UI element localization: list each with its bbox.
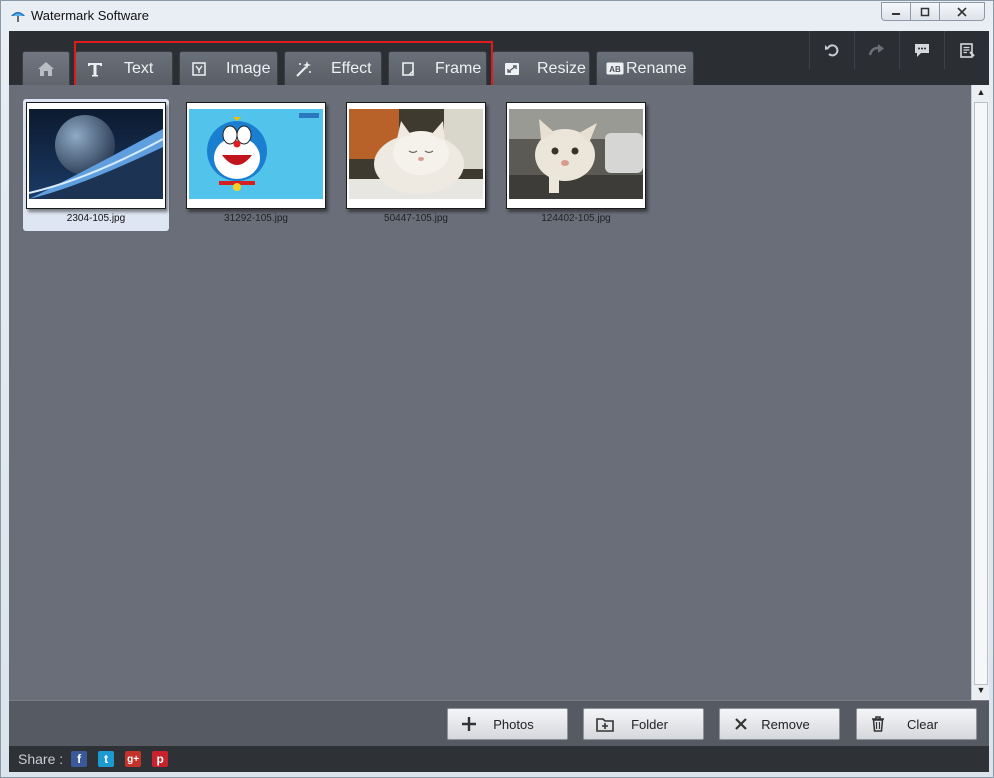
clear-label: Clear [906, 716, 939, 732]
image-icon [190, 60, 208, 78]
tab-home[interactable] [22, 51, 70, 85]
clear-button[interactable]: Clear [856, 708, 977, 740]
close-button[interactable] [939, 2, 985, 21]
resize-icon [503, 60, 521, 78]
window-title: Watermark Software [31, 8, 149, 23]
add-folder-label: Folder [631, 716, 668, 732]
minimize-button[interactable] [881, 2, 911, 21]
close-icon [957, 6, 967, 17]
scroll-up-icon[interactable]: ▲ [975, 87, 987, 101]
thumbnail-filename: 50447-105.jpg [384, 213, 448, 224]
tab-rename[interactable]: AB Rename [596, 51, 694, 85]
window-controls [881, 2, 985, 21]
plus-icon [460, 715, 478, 733]
tab-image-label: Image [226, 59, 271, 77]
remove-label: Remove [761, 716, 810, 732]
pinterest-icon[interactable]: p [152, 751, 169, 767]
remove-button[interactable]: Remove [719, 708, 840, 740]
log-button[interactable] [944, 31, 989, 69]
tab-frame[interactable]: Frame [388, 51, 487, 85]
magic-wand-icon [295, 60, 313, 78]
thumbnail-frame [186, 102, 326, 209]
tab-resize[interactable]: Resize [492, 51, 590, 85]
photo-thumbnail[interactable]: 50447-105.jpg [343, 99, 489, 231]
notes-icon [959, 42, 975, 58]
undo-icon [825, 44, 839, 57]
tab-frame-label: Frame [435, 59, 482, 77]
maximize-button[interactable] [910, 2, 940, 21]
redo-button[interactable] [854, 31, 899, 69]
thumbnail-filename: 124402-105.jpg [541, 213, 611, 224]
thumbnail-planet-image [29, 109, 163, 199]
twitter-icon[interactable]: t [98, 751, 115, 767]
add-folder-button[interactable]: Folder [583, 708, 704, 740]
facebook-icon[interactable]: f [71, 751, 88, 767]
photo-thumbnail[interactable]: 124402-105.jpg [503, 99, 649, 231]
app-window: Watermark Software Text Image Effect Fra… [0, 0, 994, 778]
right-toolbar [809, 31, 989, 69]
svg-text:AB: AB [609, 65, 621, 74]
tab-text[interactable]: Text [75, 51, 173, 85]
title-bar: Watermark Software [1, 1, 993, 31]
add-photos-label: Photos [493, 716, 534, 732]
maximize-icon [920, 7, 930, 16]
share-bar: Share : f t g+ p [9, 746, 989, 772]
tab-text-label: Text [124, 59, 154, 77]
tab-resize-label: Resize [537, 59, 586, 77]
scroll-down-icon[interactable]: ▼ [975, 685, 987, 699]
thumbnail-filename: 31292-105.jpg [224, 213, 288, 224]
add-photos-button[interactable]: Photos [447, 708, 568, 740]
text-icon [86, 60, 104, 78]
trash-icon [869, 715, 887, 733]
redo-icon [868, 44, 884, 56]
remove-x-icon [732, 715, 750, 733]
rename-icon: AB [606, 60, 624, 78]
feedback-button[interactable] [899, 31, 944, 69]
undo-button[interactable] [809, 31, 854, 69]
thumbnail-frame [506, 102, 646, 209]
minimize-icon [892, 12, 900, 15]
action-bar: Photos Folder Remove Clear [9, 700, 989, 746]
tab-effect-label: Effect [331, 59, 372, 77]
folder-add-icon [596, 715, 614, 733]
home-icon [37, 60, 55, 78]
thumbnail-frame [346, 102, 486, 209]
tab-effect[interactable]: Effect [284, 51, 382, 85]
google-plus-icon[interactable]: g+ [125, 751, 142, 767]
thumbnail-cat-image [349, 109, 483, 199]
thumbnail-filename: 2304-105.jpg [66, 213, 126, 224]
thumbnail-cartoon-image [189, 109, 323, 199]
thumbnail-cat-fisheye-image [509, 109, 643, 199]
thumbnail-frame [26, 102, 166, 209]
vertical-scrollbar[interactable]: ▲ ▼ [971, 85, 989, 700]
tab-rename-label: Rename [626, 59, 687, 77]
photo-grid: 2304-105.jpg 31292-105.jpg 50447-105.jpg… [9, 85, 971, 700]
scrollbar-track[interactable] [974, 102, 988, 685]
photo-thumbnail[interactable]: 31292-105.jpg [183, 99, 329, 231]
share-label: Share : [18, 751, 64, 767]
photo-thumbnail[interactable]: 2304-105.jpg [23, 99, 169, 231]
chat-icon [915, 43, 929, 57]
frame-icon [399, 60, 417, 78]
tab-image[interactable]: Image [179, 51, 278, 85]
app-logo-icon [11, 12, 25, 22]
main-toolbar: Text Image Effect Frame Resize AB Rename [9, 31, 989, 87]
